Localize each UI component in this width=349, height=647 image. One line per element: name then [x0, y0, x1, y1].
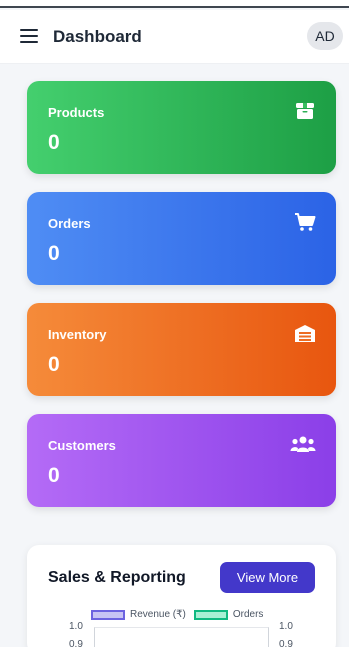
card-value: 0: [48, 131, 60, 154]
user-avatar[interactable]: AD: [307, 22, 343, 50]
legend-swatch: [193, 609, 228, 620]
products-card[interactable]: Products 0: [27, 81, 336, 174]
card-value: 0: [48, 242, 60, 265]
y-tick-right: 0.9: [279, 639, 293, 647]
card-label: Inventory: [48, 327, 107, 342]
warehouse-icon: [295, 325, 315, 342]
y-tick-left: 0.9: [69, 639, 83, 647]
card-value: 0: [48, 353, 60, 376]
card-label: Products: [48, 105, 105, 120]
cart-icon: [295, 213, 316, 231]
view-more-button[interactable]: View More: [220, 562, 315, 593]
chart-plot-area: [94, 627, 269, 647]
users-icon: [290, 436, 316, 452]
legend-label: Revenue (₹): [130, 609, 186, 620]
card-value: 0: [48, 464, 60, 487]
page-title: Dashboard: [53, 27, 142, 46]
orders-card[interactable]: Orders 0: [27, 192, 336, 285]
top-edge: [0, 0, 349, 8]
legend-swatch: [91, 609, 125, 620]
section-title: Sales & Reporting: [48, 569, 186, 586]
hamburger-menu-icon[interactable]: [20, 28, 38, 44]
card-label: Orders: [48, 216, 91, 231]
y-tick-left: 1.0: [69, 621, 83, 632]
legend-item-revenue[interactable]: Revenue (₹): [91, 609, 186, 620]
sales-reporting-panel: Sales & Reporting View More Revenue (₹) …: [27, 545, 336, 647]
y-tick-right: 1.0: [279, 621, 293, 632]
legend-item-orders[interactable]: Orders: [193, 609, 264, 620]
legend-label: Orders: [232, 609, 264, 620]
chart-legend: Revenue (₹) Orders: [91, 609, 271, 620]
app-header: Dashboard AD: [0, 10, 349, 64]
card-label: Customers: [48, 438, 116, 453]
customers-card[interactable]: Customers 0: [27, 414, 336, 507]
inventory-card[interactable]: Inventory 0: [27, 303, 336, 396]
box-icon: [296, 103, 314, 119]
